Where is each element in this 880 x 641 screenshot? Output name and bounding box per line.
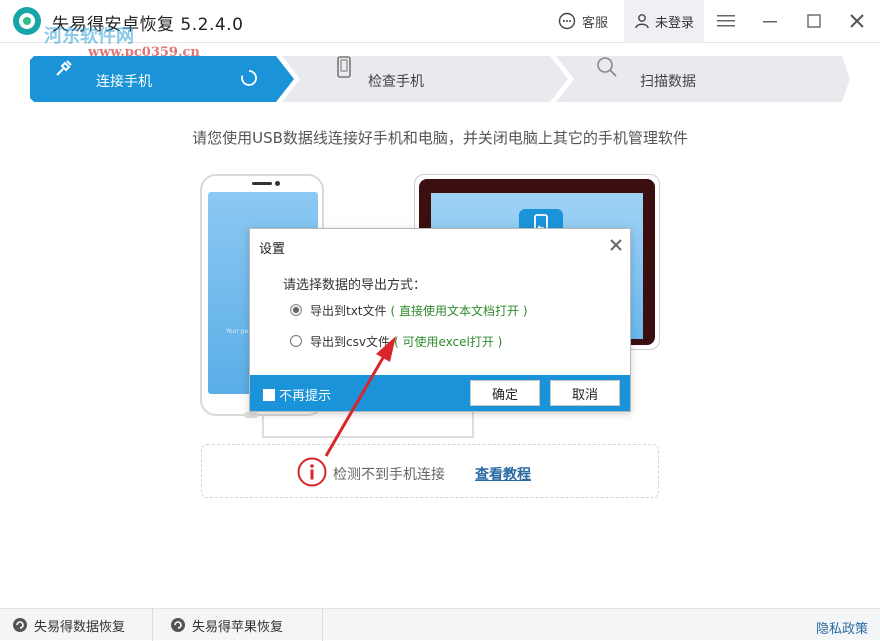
recovery-icon bbox=[171, 618, 185, 632]
export-method-question: 请选择数据的导出方式： bbox=[283, 278, 427, 293]
phone-speaker bbox=[252, 182, 272, 185]
privacy-policy-link[interactable]: 隐私政策 bbox=[816, 618, 868, 637]
step-bar-shapes bbox=[30, 56, 850, 102]
data-recovery-label: 失易得数据恢复 bbox=[34, 619, 126, 635]
confirm-button[interactable]: 确定 bbox=[470, 380, 540, 406]
loading-spinner-icon bbox=[241, 70, 257, 86]
bottom-bar: 失易得数据恢复 失易得苹果恢复 隐私政策 bbox=[0, 608, 880, 641]
step-connect-phone: 连接手机 bbox=[96, 74, 152, 90]
recovery-icon bbox=[13, 618, 27, 632]
close-icon bbox=[850, 14, 864, 28]
usb-cable bbox=[262, 414, 474, 438]
menu-button[interactable] bbox=[716, 11, 736, 31]
info-icon bbox=[297, 457, 327, 487]
checkbox-box[interactable] bbox=[263, 388, 275, 401]
search-icon bbox=[597, 57, 617, 77]
usb-connector bbox=[244, 412, 258, 418]
ios-recovery-link[interactable]: 失易得苹果恢复 bbox=[170, 609, 283, 641]
settings-dialog: 设置 请选择数据的导出方式： 导出到txt文件 ( 直接使用文本文档打开 ) 导… bbox=[249, 228, 631, 412]
close-button[interactable] bbox=[847, 11, 867, 31]
data-recovery-link[interactable]: 失易得数据恢复 bbox=[12, 609, 125, 641]
dialog-footer: 不再提示 确定 取消 bbox=[250, 375, 630, 411]
service-label: 客服 bbox=[582, 15, 609, 31]
export-csv-note: ( 可使用excel打开 ) bbox=[393, 334, 503, 349]
step-bar: 连接手机 检查手机 扫描数据 bbox=[30, 56, 850, 102]
export-csv-label: 导出到csv文件 bbox=[310, 334, 390, 349]
export-txt-label: 导出到txt文件 bbox=[310, 303, 387, 318]
dialog-close-icon[interactable] bbox=[608, 237, 624, 253]
maximize-button[interactable] bbox=[804, 11, 824, 31]
login-label: 未登录 bbox=[654, 15, 694, 31]
export-csv-radio[interactable] bbox=[290, 335, 302, 347]
bottom-divider bbox=[322, 609, 323, 641]
instruction-text: 请您使用USB数据线连接好手机和电脑，并关闭电脑上其它的手机管理软件 bbox=[192, 129, 688, 147]
dont-show-again-checkbox[interactable]: 不再提示 bbox=[263, 385, 331, 404]
step-check-phone: 检查手机 bbox=[368, 74, 424, 90]
view-tutorial-link[interactable]: 查看教程 bbox=[475, 464, 531, 484]
cancel-button[interactable]: 取消 bbox=[550, 380, 620, 406]
app-logo-icon bbox=[13, 7, 41, 35]
step-scan-data: 扫描数据 bbox=[640, 74, 696, 90]
phone-screen-text: Your pe bbox=[226, 328, 249, 335]
maximize-icon bbox=[807, 14, 821, 28]
title-bar: 失易得安卓恢复 5.2.4.0 河东软件网 客服 未登录 bbox=[0, 0, 880, 47]
login-button[interactable]: 未登录 bbox=[624, 0, 704, 42]
dialog-title: 设置 bbox=[259, 242, 286, 257]
plug-icon bbox=[56, 60, 72, 76]
no-phone-detected-text: 检测不到手机连接 bbox=[333, 467, 445, 483]
phone-check-icon bbox=[337, 56, 351, 78]
export-txt-radio[interactable] bbox=[290, 304, 302, 316]
minimize-button[interactable] bbox=[760, 11, 780, 31]
user-icon bbox=[635, 14, 649, 29]
dont-show-again-label: 不再提示 bbox=[279, 389, 332, 404]
phone-camera bbox=[275, 181, 280, 186]
ios-recovery-label: 失易得苹果恢复 bbox=[192, 619, 284, 635]
chat-icon bbox=[558, 12, 576, 30]
service-button[interactable]: 客服 bbox=[558, 11, 608, 31]
export-txt-note: ( 直接使用文本文档打开 ) bbox=[390, 303, 528, 318]
bottom-divider bbox=[152, 609, 153, 641]
export-txt-option[interactable]: 导出到txt文件 ( 直接使用文本文档打开 ) bbox=[290, 301, 528, 319]
minimize-icon bbox=[763, 21, 777, 23]
menu-icon bbox=[717, 15, 735, 27]
export-csv-option[interactable]: 导出到csv文件 ( 可使用excel打开 ) bbox=[290, 332, 502, 350]
